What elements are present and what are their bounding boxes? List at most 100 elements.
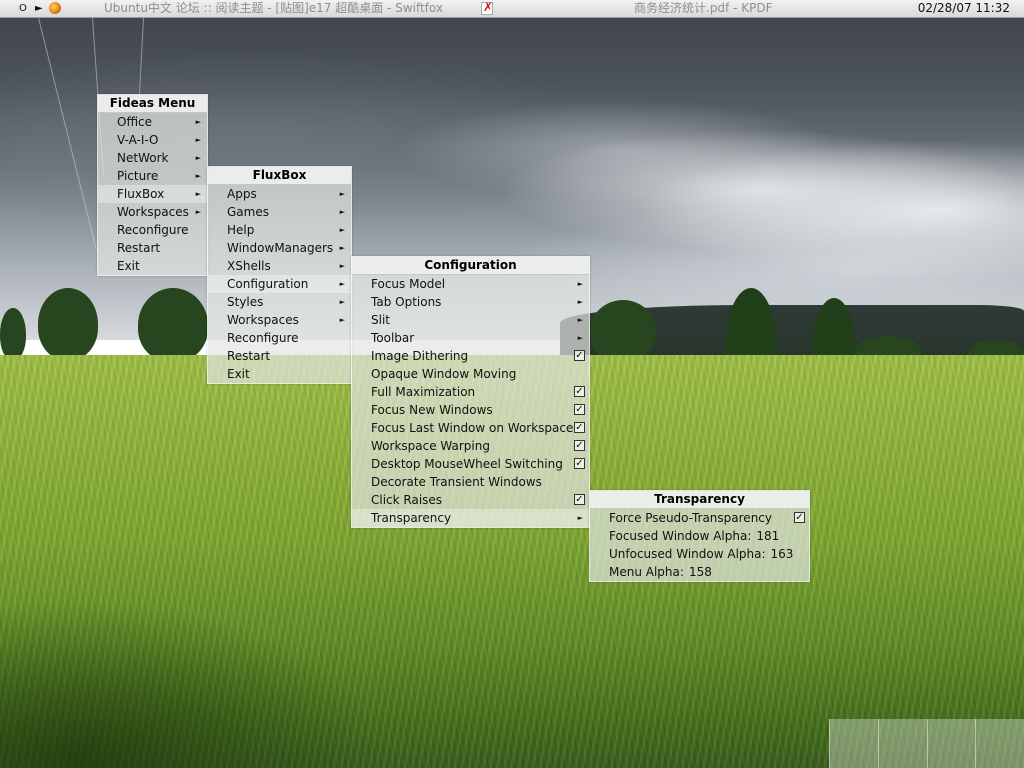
fluxbox-menu-item-help[interactable]: Help ► <box>208 221 351 239</box>
menu-item-label: Exit <box>117 259 140 273</box>
grass-shadow <box>0 560 420 768</box>
root-menu-item-v-a-i-o[interactable]: V-A-I-O ► <box>98 131 207 149</box>
checkbox-checked-icon[interactable]: ✓ <box>794 512 805 523</box>
root-menu-item-fluxbox[interactable]: FluxBox ► <box>98 185 207 203</box>
clock: 02/28/07 11:32 <box>917 1 1010 15</box>
menu-item-label: Focus Last Window on Workspace <box>371 421 574 435</box>
menu-item-label: FluxBox <box>117 187 165 201</box>
workspace-4[interactable] <box>975 719 1024 768</box>
submenu-arrow-icon: ► <box>339 226 345 234</box>
checkbox-checked-icon[interactable]: ✓ <box>574 458 585 469</box>
menu-item-value[interactable]: 181 <box>756 529 779 543</box>
menu-item-label: XShells <box>227 259 271 273</box>
configuration-menu-item-focus-last-window-on-workspace[interactable]: Focus Last Window on Workspace ✓ <box>352 419 589 437</box>
configuration-menu-item-workspace-warping[interactable]: Workspace Warping ✓ <box>352 437 589 455</box>
menu-item-label: NetWork <box>117 151 169 165</box>
checkbox-checked-icon[interactable]: ✓ <box>574 404 585 415</box>
next-workspace-button[interactable]: ► <box>35 0 43 17</box>
configuration-menu-item-slit[interactable]: Slit ► <box>352 311 589 329</box>
transparency-menu-item-unfocused-window-alpha[interactable]: Unfocused Window Alpha: 163 <box>590 545 809 563</box>
menu-item-value[interactable]: 163 <box>771 547 794 561</box>
configuration-menu-item-click-raises[interactable]: Click Raises ✓ <box>352 491 589 509</box>
fluxbox-menu-item-windowmanagers[interactable]: WindowManagers ► <box>208 239 351 257</box>
configuration-menu-item-focus-model[interactable]: Focus Model ► <box>352 275 589 293</box>
configuration-menu-item-transparency[interactable]: Transparency ► <box>352 509 589 527</box>
menu-item-label: Styles <box>227 295 264 309</box>
configuration-menu-item-decorate-transient-windows[interactable]: Decorate Transient Windows <box>352 473 589 491</box>
submenu-arrow-icon: ► <box>195 154 201 162</box>
checkbox-checked-icon[interactable]: ✓ <box>574 350 585 361</box>
submenu-arrow-icon: ► <box>339 244 345 252</box>
menu-item-label: Reconfigure <box>117 223 189 237</box>
checkbox-checked-icon[interactable]: ✓ <box>574 494 585 505</box>
fluxbox-menu-item-configuration[interactable]: Configuration ► <box>208 275 351 293</box>
configuration-menu-item-tab-options[interactable]: Tab Options ► <box>352 293 589 311</box>
configuration-menu-item-opaque-window-moving[interactable]: Opaque Window Moving <box>352 365 589 383</box>
menu-item-label: WindowManagers <box>227 241 334 255</box>
fluxbox-menu-item-games[interactable]: Games ► <box>208 203 351 221</box>
fluxbox-menu-item-exit[interactable]: Exit <box>208 365 351 383</box>
transparency-menu-item-menu-alpha[interactable]: Menu Alpha: 158 <box>590 563 809 581</box>
transparency-menu-item-force-pseudo-transparency[interactable]: Force Pseudo-Transparency ✓ <box>590 509 809 527</box>
menu-item-label: Toolbar <box>371 331 415 345</box>
menu-item-label: Workspaces <box>117 205 189 219</box>
menu-item-label: Unfocused Window Alpha: <box>609 547 766 561</box>
configuration-menu-item-focus-new-windows[interactable]: Focus New Windows ✓ <box>352 401 589 419</box>
checkbox-checked-icon[interactable]: ✓ <box>574 422 585 433</box>
menu-item-label: Help <box>227 223 255 237</box>
configuration-menu-title: Configuration <box>352 257 589 275</box>
transparency-menu-item-focused-window-alpha[interactable]: Focused Window Alpha: 181 <box>590 527 809 545</box>
kpdf-icon[interactable] <box>481 0 493 16</box>
configuration-menu-item-toolbar[interactable]: Toolbar ► <box>352 329 589 347</box>
root-menu-item-workspaces[interactable]: Workspaces ► <box>98 203 207 221</box>
fluxbox-menu-item-workspaces[interactable]: Workspaces ► <box>208 311 351 329</box>
fluxbox-menu-item-apps[interactable]: Apps ► <box>208 185 351 203</box>
submenu-arrow-icon: ► <box>339 262 345 270</box>
configuration-menu-item-desktop-mousewheel-switching[interactable]: Desktop MouseWheel Switching ✓ <box>352 455 589 473</box>
task-kpdf[interactable]: 商务经济统计.pdf - KPDF <box>634 0 772 17</box>
menu-item-label: Click Raises <box>371 493 443 507</box>
menu-item-label: Restart <box>227 349 271 363</box>
root-menu-item-picture[interactable]: Picture ► <box>98 167 207 185</box>
menu-item-label: Reconfigure <box>227 331 299 345</box>
menu-item-label: Exit <box>227 367 250 381</box>
submenu-arrow-icon: ► <box>577 316 583 324</box>
root-menu-item-exit[interactable]: Exit <box>98 257 207 275</box>
submenu-arrow-icon: ► <box>195 136 201 144</box>
menu-item-label: Tab Options <box>371 295 442 309</box>
transparency-menu: Transparency Force Pseudo-Transparency ✓ F… <box>589 490 810 582</box>
configuration-menu-item-image-dithering[interactable]: Image Dithering ✓ <box>352 347 589 365</box>
fluxbox-menu-item-xshells[interactable]: XShells ► <box>208 257 351 275</box>
fluxbox-menu-item-restart[interactable]: Restart <box>208 347 351 365</box>
menu-item-label: Slit <box>371 313 390 327</box>
menu-item-label: Full Maximization <box>371 385 476 399</box>
submenu-arrow-icon: ► <box>195 208 201 216</box>
submenu-arrow-icon: ► <box>577 280 583 288</box>
root-menu: Fideas Menu Office ► V-A-I-O ► NetWork ► Pictu… <box>97 94 208 276</box>
menu-item-label: Focus New Windows <box>371 403 493 417</box>
root-menu-item-office[interactable]: Office ► <box>98 113 207 131</box>
menu-item-label: Focus Model <box>371 277 446 291</box>
submenu-arrow-icon: ► <box>195 172 201 180</box>
workspace-1[interactable] <box>829 719 878 768</box>
submenu-arrow-icon: ► <box>577 514 583 522</box>
workspace-3[interactable] <box>926 719 976 768</box>
root-menu-item-network[interactable]: NetWork ► <box>98 149 207 167</box>
root-menu-item-restart[interactable]: Restart <box>98 239 207 257</box>
menu-item-value[interactable]: 158 <box>689 565 712 579</box>
workspace-menu-button[interactable]: O <box>19 0 27 17</box>
checkbox-checked-icon[interactable]: ✓ <box>574 440 585 451</box>
workspace-2[interactable] <box>877 719 927 768</box>
root-menu-item-reconfigure[interactable]: Reconfigure <box>98 221 207 239</box>
menu-item-label: Menu Alpha: <box>609 565 684 579</box>
menu-item-label: Transparency <box>371 511 452 525</box>
fluxbox-menu-item-styles[interactable]: Styles ► <box>208 293 351 311</box>
checkbox-checked-icon[interactable]: ✓ <box>574 386 585 397</box>
menu-item-label: Workspace Warping <box>371 439 490 453</box>
task-swiftfox[interactable]: Ubuntu中文 论坛 :: 阅读主题 - [贴图]e17 超酷桌面 - Swi… <box>104 0 443 17</box>
menu-item-label: Desktop MouseWheel Switching <box>371 457 563 471</box>
fluxbox-menu-item-reconfigure[interactable]: Reconfigure <box>208 329 351 347</box>
configuration-menu-item-full-maximization[interactable]: Full Maximization ✓ <box>352 383 589 401</box>
swiftfox-icon[interactable] <box>49 2 61 14</box>
menu-item-label: V-A-I-O <box>117 133 159 147</box>
